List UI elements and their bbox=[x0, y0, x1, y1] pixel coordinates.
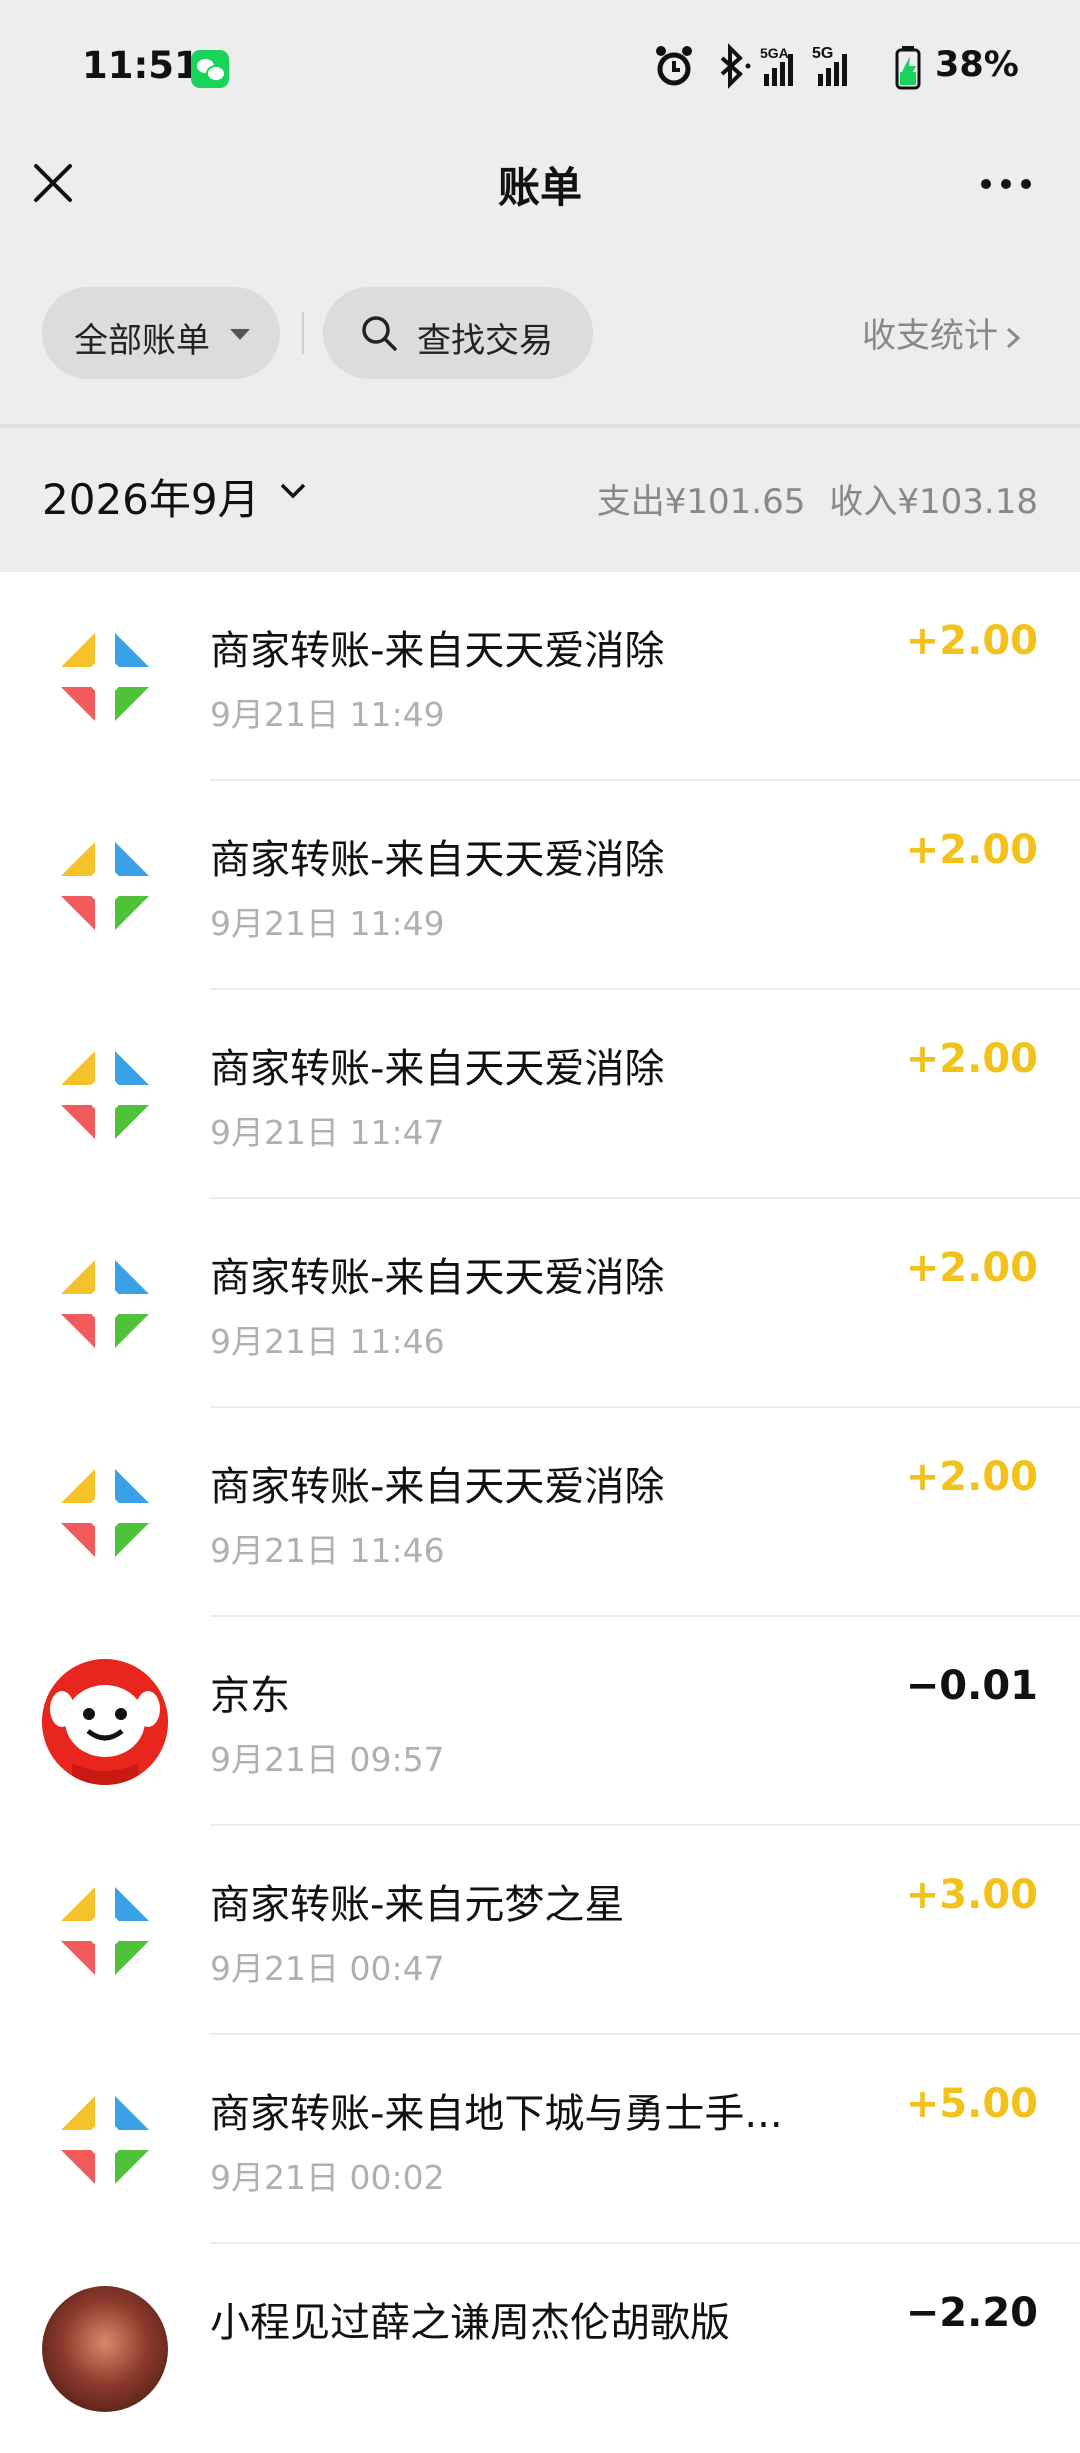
search-icon bbox=[362, 316, 397, 351]
chevron-right-icon bbox=[1006, 327, 1021, 348]
transaction-row[interactable]: 商家转账-来自天天爱消除 9月21日 11:49 +2.00 bbox=[0, 572, 1080, 781]
merchant-transfer-icon bbox=[42, 2077, 168, 2203]
transaction-amount: +3.00 bbox=[905, 1872, 1038, 1918]
transaction-amount: +2.00 bbox=[905, 827, 1038, 873]
transaction-amount: +5.00 bbox=[905, 2081, 1038, 2127]
search-transactions-button[interactable]: 查找交易 bbox=[323, 287, 593, 379]
mini-program-avatar-icon bbox=[42, 2286, 168, 2412]
divider bbox=[302, 312, 304, 354]
merchant-transfer-icon bbox=[42, 1450, 168, 1576]
income-expense-stats-link[interactable]: 收支统计 bbox=[862, 308, 1022, 357]
transaction-row[interactable]: 商家转账-来自天天爱消除 9月21日 11:46 +2.00 bbox=[0, 1408, 1080, 1617]
wechat-icon bbox=[191, 50, 229, 88]
caret-down-icon bbox=[230, 329, 250, 340]
income-total: 收入¥103.18 bbox=[829, 482, 1038, 522]
transaction-title: 商家转账-来自天天爱消除 bbox=[210, 1255, 665, 1301]
transaction-time: 9月21日 11:46 bbox=[210, 1531, 445, 1570]
transaction-time: 9月21日 11:47 bbox=[210, 1113, 445, 1152]
transaction-amount: +2.00 bbox=[905, 1245, 1038, 1291]
transaction-time: 9月21日 11:49 bbox=[210, 904, 445, 943]
transaction-row[interactable]: 商家转账-来自元梦之星 9月21日 00:47 +3.00 bbox=[0, 1826, 1080, 2035]
merchant-transfer-icon bbox=[42, 614, 168, 740]
svg-text:5GA: 5GA bbox=[760, 45, 789, 61]
transaction-title: 商家转账-来自天天爱消除 bbox=[210, 837, 665, 883]
page-title: 账单 bbox=[497, 163, 582, 212]
svg-text:5G: 5G bbox=[812, 45, 833, 62]
month-selector[interactable]: 2026年9月 bbox=[42, 466, 260, 527]
merchant-transfer-icon bbox=[42, 1241, 168, 1367]
transaction-time: 9月21日 00:02 bbox=[210, 2158, 445, 2197]
transaction-list: 商家转账-来自天天爱消除 9月21日 11:49 +2.00 商家转账-来自天天爱消… bbox=[0, 572, 1080, 2453]
transaction-title: 商家转账-来自天天爱消除 bbox=[210, 1464, 665, 1510]
transaction-title: 小程见过薛之谦周杰伦胡歌版 bbox=[210, 2300, 730, 2346]
transaction-amount: −0.01 bbox=[905, 1663, 1038, 1709]
expense-total: 支出¥101.65 bbox=[596, 482, 806, 522]
transaction-amount: +2.00 bbox=[905, 1454, 1038, 1500]
transaction-time: 9月21日 00:47 bbox=[210, 1949, 445, 1988]
transaction-title: 商家转账-来自天天爱消除 bbox=[210, 628, 665, 674]
transaction-row[interactable]: 商家转账-来自天天爱消除 9月21日 11:49 +2.00 bbox=[0, 781, 1080, 990]
signal-5ga-icon: 5GA bbox=[760, 45, 793, 86]
transaction-time: 9月21日 09:57 bbox=[210, 1740, 445, 1779]
chevron-down-icon[interactable] bbox=[278, 480, 308, 502]
merchant-transfer-icon bbox=[42, 1868, 168, 1994]
merchant-transfer-icon bbox=[42, 1032, 168, 1158]
transaction-title: 京东 bbox=[210, 1673, 290, 1719]
transaction-amount: +2.00 bbox=[905, 618, 1038, 664]
section-divider bbox=[0, 424, 1080, 428]
transaction-row[interactable]: 商家转账-来自地下城与勇士手... 9月21日 00:02 +5.00 bbox=[0, 2035, 1080, 2244]
transaction-row[interactable]: 商家转账-来自天天爱消除 9月21日 11:46 +2.00 bbox=[0, 1199, 1080, 1408]
jd-logo-icon bbox=[42, 1659, 168, 1785]
transaction-row[interactable]: 京东 9月21日 09:57 −0.01 bbox=[0, 1617, 1080, 1826]
search-label: 查找交易 bbox=[417, 321, 553, 361]
transaction-title: 商家转账-来自天天爱消除 bbox=[210, 1046, 665, 1092]
transaction-row[interactable]: 小程见过薛之谦周杰伦胡歌版 −2.20 bbox=[0, 2244, 1080, 2453]
transaction-title: 商家转账-来自元梦之星 bbox=[210, 1882, 625, 1928]
all-bills-label: 全部账单 bbox=[74, 321, 210, 361]
alarm-icon bbox=[656, 46, 692, 86]
transaction-time: 9月21日 11:49 bbox=[210, 695, 445, 734]
transaction-amount: +2.00 bbox=[905, 1036, 1038, 1082]
status-bar: 11:51 5GA 5G 38% bbox=[0, 0, 1080, 140]
transaction-amount: −2.20 bbox=[905, 2290, 1038, 2336]
more-icon[interactable] bbox=[976, 164, 1036, 204]
battery-icon bbox=[895, 46, 921, 90]
bluetooth-icon bbox=[720, 43, 751, 89]
stats-label: 收支统计 bbox=[862, 316, 998, 356]
signal-5g-icon: 5G bbox=[812, 45, 847, 86]
transaction-time: 9月21日 11:46 bbox=[210, 1322, 445, 1361]
transaction-row[interactable]: 商家转账-来自天天爱消除 9月21日 11:47 +2.00 bbox=[0, 990, 1080, 1199]
battery-percent: 38% bbox=[935, 45, 1019, 85]
month-summary: 支出¥101.65 收入¥103.18 bbox=[597, 474, 1038, 523]
all-bills-filter[interactable]: 全部账单 bbox=[42, 287, 280, 379]
transaction-title: 商家转账-来自地下城与勇士手... bbox=[210, 2091, 783, 2137]
status-time: 11:51 bbox=[82, 44, 200, 87]
merchant-transfer-icon bbox=[42, 823, 168, 949]
